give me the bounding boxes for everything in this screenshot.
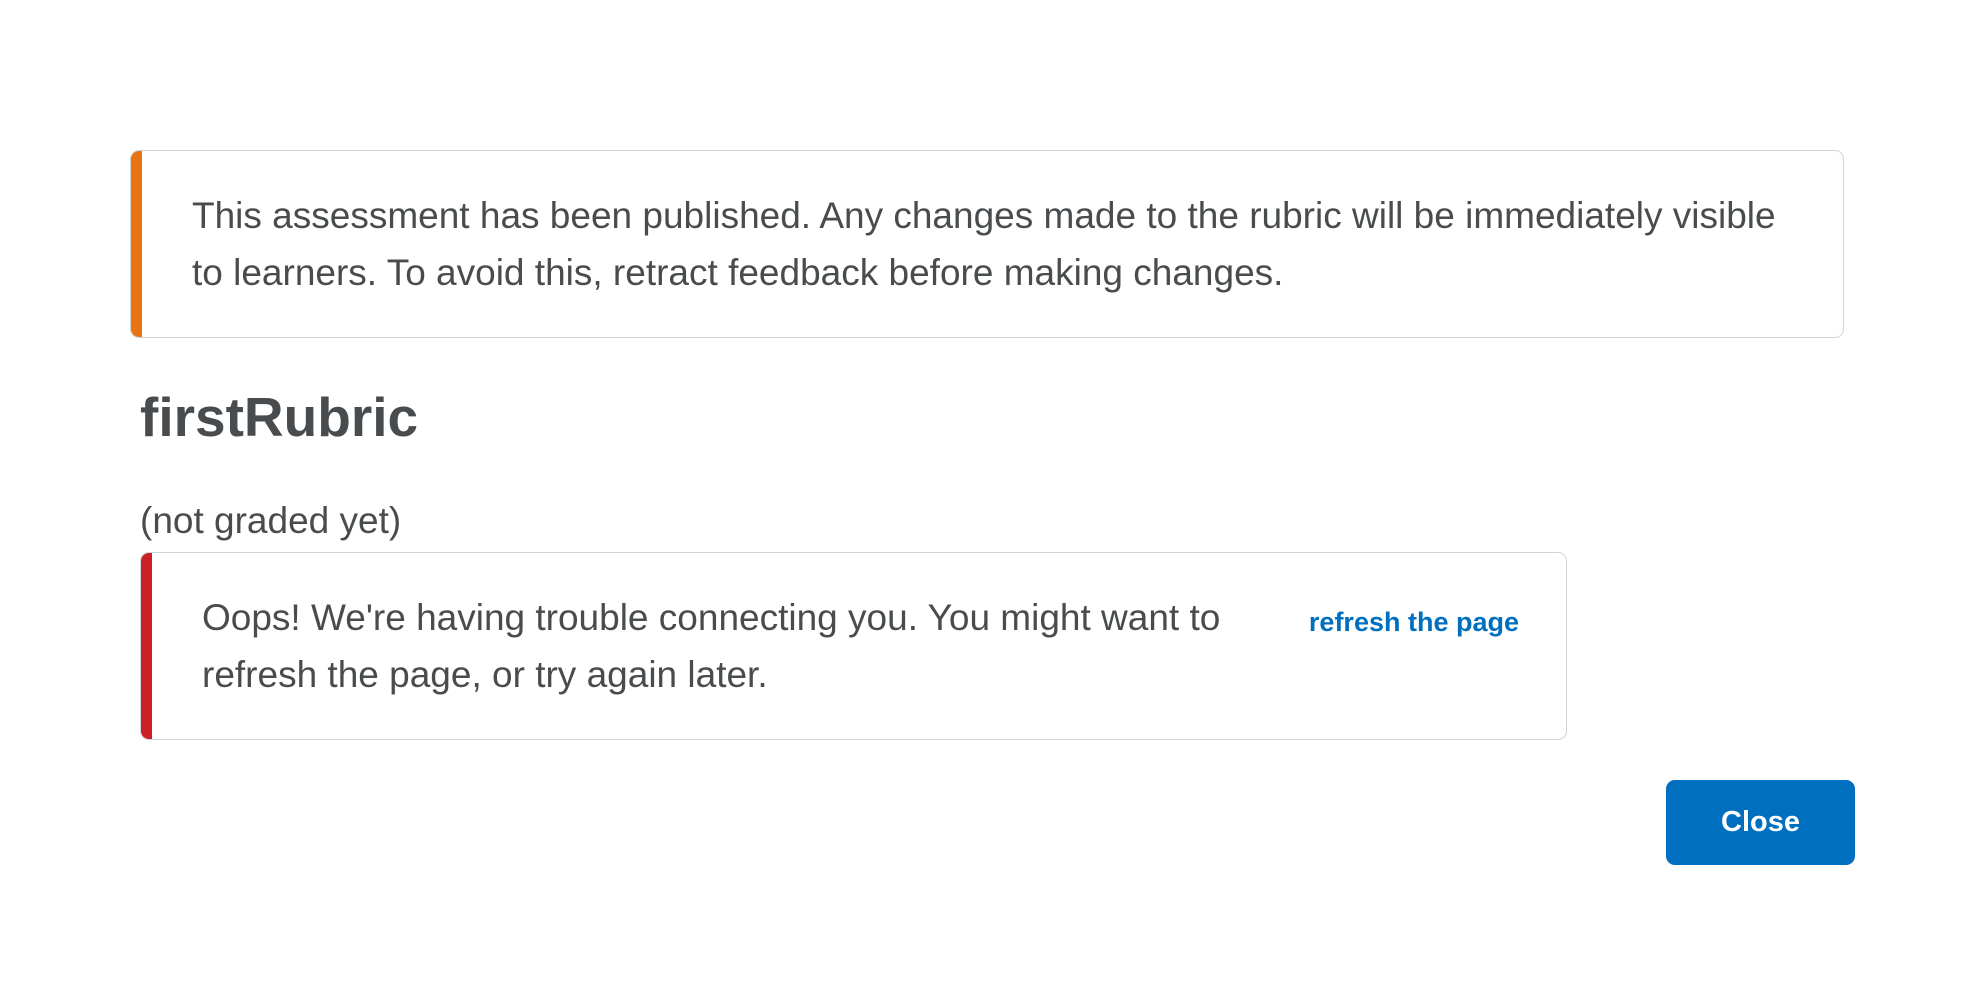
error-alert-message: Oops! We're having trouble connecting yo…	[202, 597, 1221, 695]
warning-accent-stripe	[131, 151, 142, 337]
graded-status: (not graded yet)	[140, 500, 402, 541]
connection-error-alert: Oops! We're having trouble connecting yo…	[140, 552, 1567, 740]
error-accent-stripe	[141, 553, 152, 739]
warning-alert-message: This assessment has been published. Any …	[192, 195, 1776, 293]
close-button[interactable]: Close	[1666, 780, 1855, 865]
rubric-title: firstRubric	[140, 386, 419, 448]
refresh-page-link[interactable]: refresh the page	[1309, 603, 1519, 641]
publish-warning-alert: This assessment has been published. Any …	[130, 150, 1844, 338]
